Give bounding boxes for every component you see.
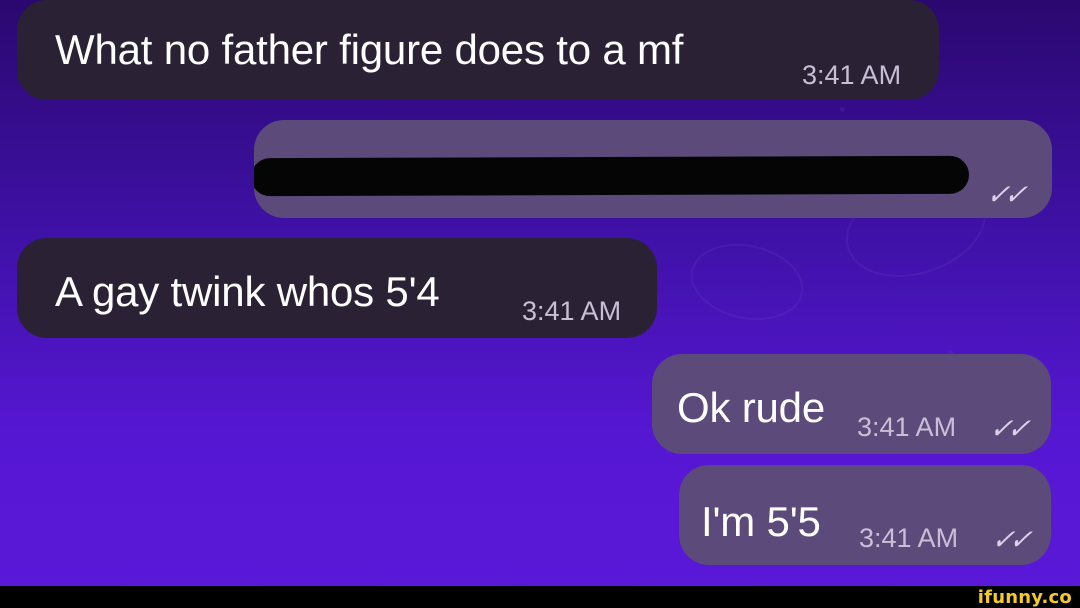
incoming-message-bubble: What no father figure does to a mf 3:41 … (17, 0, 939, 100)
incoming-message-bubble: A gay twink whos 5'4 3:41 AM (17, 238, 657, 338)
message-time: 3:41 AM (859, 523, 959, 553)
message-time: 3:41 AM (857, 412, 957, 442)
ifunny-watermark: ifunny.co (977, 587, 1072, 608)
message-text: A gay twink whos 5'4 (55, 268, 440, 315)
message-time: 3:41 AM (522, 296, 622, 326)
double-check-icon: ✓✓ (983, 179, 1029, 210)
message-text: What no father figure does to a mf (55, 26, 684, 73)
outgoing-message-bubble: I'm 5'5 3:41 AM ✓✓ (679, 465, 1051, 565)
redaction-mark (254, 155, 970, 197)
outgoing-message-bubble: Ok rude 3:41 AM ✓✓ (652, 354, 1051, 454)
redacted-outgoing-message-bubble: ✓✓ (254, 120, 1052, 218)
message-text: I'm 5'5 (701, 498, 821, 545)
double-check-icon: ✓✓ (986, 413, 1032, 444)
message-text: Ok rude (677, 384, 825, 431)
message-time: 3:41 AM (802, 60, 902, 90)
double-check-icon: ✓✓ (988, 524, 1034, 555)
footer-bar (0, 586, 1080, 608)
